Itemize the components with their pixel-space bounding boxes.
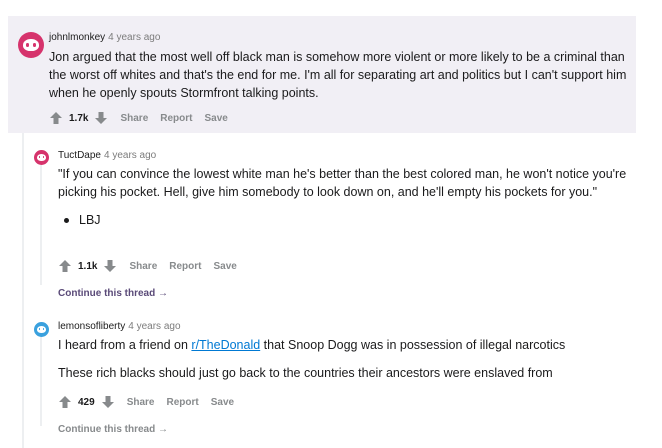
share-button[interactable]: Share <box>120 113 148 124</box>
comment-reply: lemonsofliberty 4 years ago I heard from … <box>8 317 638 448</box>
list-item: LBJ <box>58 211 628 229</box>
comment-timestamp[interactable]: 4 years ago <box>104 150 156 161</box>
save-button[interactable]: Save <box>205 113 228 124</box>
bullet-icon <box>64 217 69 223</box>
snoo-avatar-icon <box>37 154 46 161</box>
comment-body-paragraph: These rich blacks should just go back to… <box>58 366 553 380</box>
share-button[interactable]: Share <box>129 261 157 272</box>
downvote-icon[interactable] <box>94 111 108 125</box>
arrow-right-icon: → <box>155 288 169 299</box>
share-button[interactable]: Share <box>127 397 155 408</box>
downvote-icon[interactable] <box>103 259 117 273</box>
report-button[interactable]: Report <box>160 113 192 124</box>
comment-author[interactable]: johnlmonkey <box>49 32 105 43</box>
upvote-icon[interactable] <box>58 395 72 409</box>
avatar[interactable] <box>18 32 44 58</box>
report-button[interactable]: Report <box>166 397 198 408</box>
comment-body-text: I heard from a friend on <box>58 338 192 352</box>
save-button[interactable]: Save <box>214 261 237 272</box>
continue-thread-label[interactable]: Continue this thread <box>58 288 155 299</box>
comment-timestamp[interactable]: 4 years ago <box>128 321 180 332</box>
upvote-icon[interactable] <box>58 259 72 273</box>
comment-author[interactable]: TuctDape <box>58 150 101 161</box>
comment-body-text: that Snoop Dogg was in possession of ill… <box>260 338 566 352</box>
comment-author[interactable]: lemonsofliberty <box>58 321 125 332</box>
save-button[interactable]: Save <box>211 397 234 408</box>
report-button[interactable]: Report <box>169 261 201 272</box>
arrow-right-icon: → <box>155 424 169 435</box>
vote-score: 429 <box>78 396 95 408</box>
comment-timestamp[interactable]: 4 years ago <box>108 32 160 43</box>
continue-thread-label[interactable]: Continue this thread <box>58 424 155 435</box>
snoo-avatar-icon <box>37 326 46 333</box>
comment-reply: TuctDape 4 years ago "If you can convince… <box>8 145 638 310</box>
comment-body: Jon argued that the most well off black … <box>49 50 627 100</box>
avatar[interactable] <box>34 150 49 165</box>
continue-thread-link[interactable]: Continue this thread → <box>58 424 168 435</box>
comment-body: I heard from a friend on r/TheDonald tha… <box>58 336 628 354</box>
vote-score: 1.7k <box>69 112 89 124</box>
upvote-icon[interactable] <box>49 111 63 125</box>
vote-score: 1.1k <box>78 260 98 272</box>
downvote-icon[interactable] <box>101 395 115 409</box>
comment-highlighted: johnlmonkey 4 years ago Jon argued that t… <box>8 16 636 133</box>
list-item-text: LBJ <box>79 213 101 227</box>
comment-body: "If you can convince the lowest white ma… <box>58 167 627 199</box>
avatar[interactable] <box>34 322 49 337</box>
continue-thread-link[interactable]: Continue this thread → <box>58 288 168 299</box>
subreddit-link[interactable]: r/TheDonald <box>191 338 260 352</box>
snoo-avatar-icon <box>23 39 39 51</box>
